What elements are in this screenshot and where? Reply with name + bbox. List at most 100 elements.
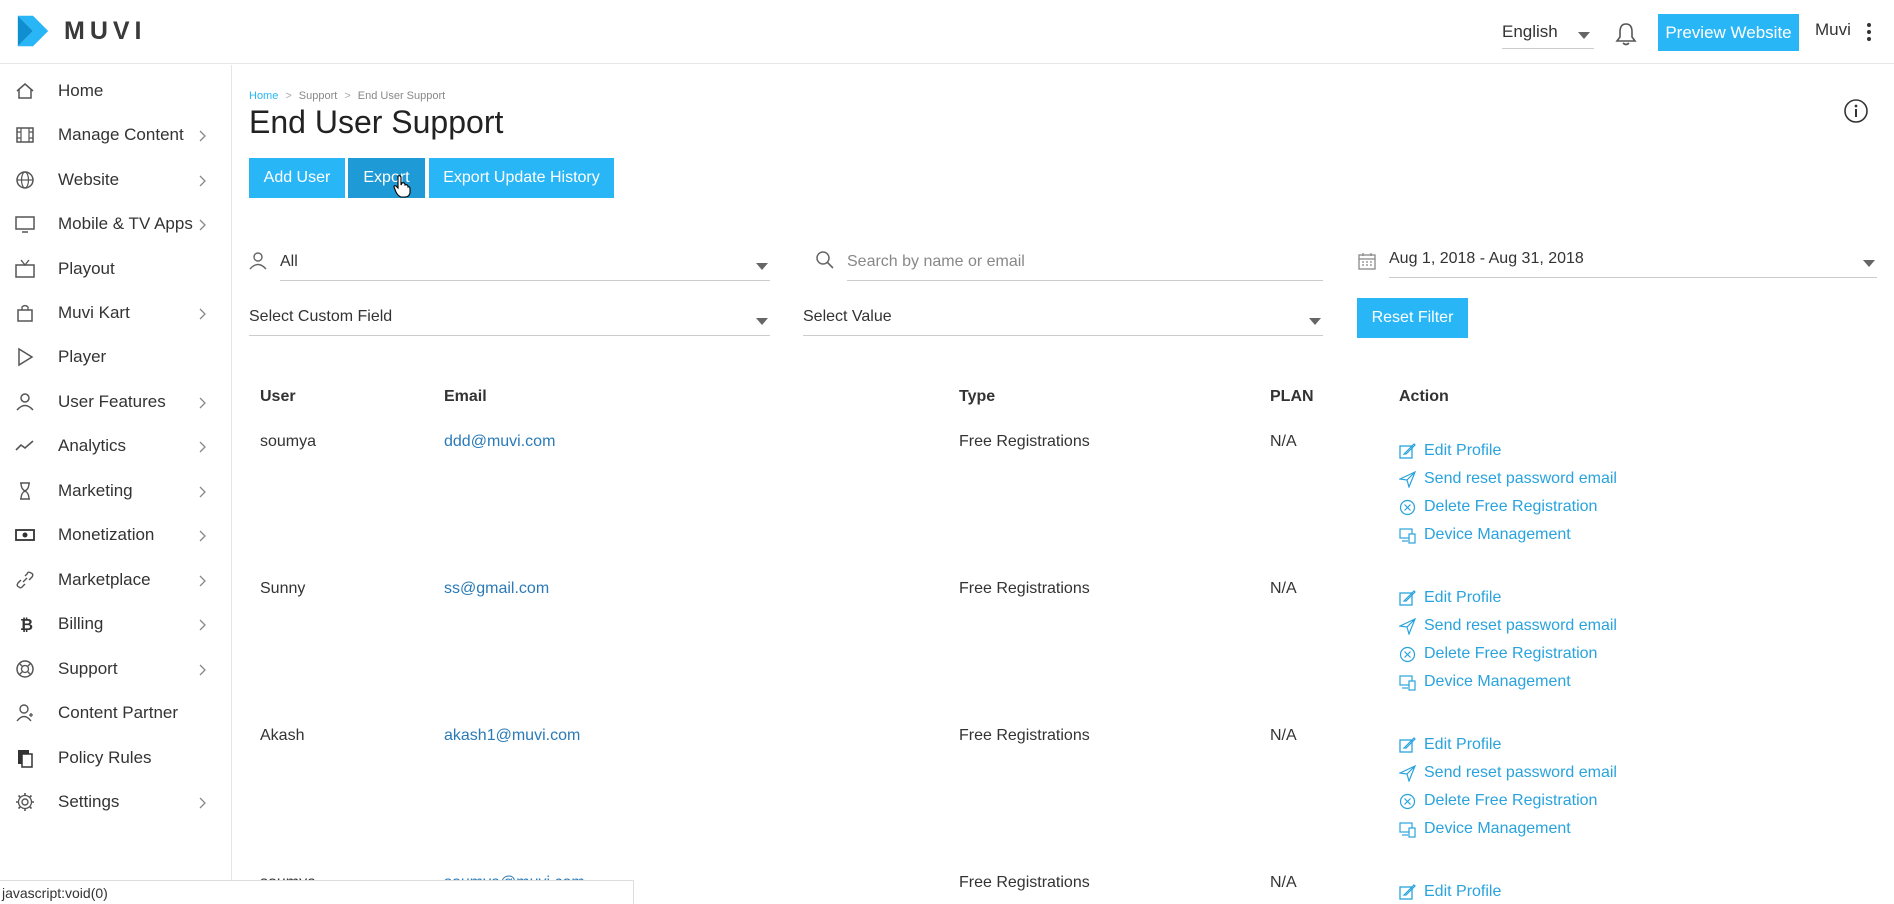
sidebar-item-muvi-kart[interactable]: Muvi Kart <box>0 291 231 335</box>
gear-icon <box>16 793 34 811</box>
user-icon <box>16 393 34 411</box>
cell-plan: N/A <box>1270 433 1297 450</box>
send-icon <box>1399 617 1416 635</box>
sidebar-item-policy-rules[interactable]: Policy Rules <box>0 736 231 780</box>
sidebar-item-content-partner[interactable]: Content Partner <box>0 691 231 735</box>
chevron-right-icon <box>199 797 206 809</box>
edit-profile-link[interactable]: Edit Profile <box>1399 883 1501 901</box>
add-user-button[interactable]: Add User <box>249 158 345 198</box>
muvi-logo[interactable]: MUVI <box>14 12 147 50</box>
home-icon <box>16 83 34 99</box>
device-management-link[interactable]: Device Management <box>1399 526 1571 544</box>
sidebar-item-playout[interactable]: Playout <box>0 247 231 291</box>
delete-circle-icon <box>1399 499 1416 515</box>
send-reset-password-link[interactable]: Send reset password email <box>1399 617 1617 635</box>
cell-email[interactable]: ss@gmail.com <box>444 580 549 598</box>
sidebar-item-home[interactable]: Home <box>0 69 231 113</box>
cell-email[interactable]: akash1@muvi.com <box>444 727 580 745</box>
lifebuoy-icon <box>16 660 34 678</box>
user-type-select[interactable]: All <box>280 247 770 281</box>
date-range-picker[interactable]: Aug 1, 2018 - Aug 31, 2018 <box>1389 244 1877 278</box>
reset-filter-button[interactable]: Reset Filter <box>1357 298 1468 338</box>
send-icon <box>1399 764 1416 782</box>
play-icon <box>18 347 34 367</box>
value-select[interactable]: Select Value <box>803 302 1323 336</box>
sidebar-item-label: Website <box>58 170 120 189</box>
sidebar-item-label: Manage Content <box>58 125 184 144</box>
chevron-right-icon <box>199 397 206 409</box>
sidebar: Home Manage Content Website Mobile & TV … <box>0 65 232 904</box>
bell-icon[interactable] <box>1615 22 1637 46</box>
cell-type: Free Registrations <box>959 874 1090 891</box>
sidebar-item-billing[interactable]: ₿ Billing <box>0 602 231 646</box>
sidebar-item-marketing[interactable]: Marketing <box>0 469 231 513</box>
sidebar-item-analytics[interactable]: Analytics <box>0 424 231 468</box>
column-header-email: Email <box>444 388 487 405</box>
edit-icon <box>1399 589 1416 606</box>
sidebar-item-player[interactable]: Player <box>0 335 231 379</box>
user-name[interactable]: Muvi <box>1815 20 1851 40</box>
info-icon[interactable] <box>1843 98 1869 124</box>
sidebar-item-marketplace[interactable]: Marketplace <box>0 558 231 602</box>
film-icon <box>16 127 34 143</box>
sidebar-item-mobile-tv-apps[interactable]: Mobile & TV Apps <box>0 202 231 246</box>
edit-profile-link[interactable]: Edit Profile <box>1399 736 1501 754</box>
delete-free-registration-link[interactable]: Delete Free Registration <box>1399 498 1597 516</box>
custom-field-value: Select Custom Field <box>249 308 393 325</box>
search-input[interactable]: Search by name or email <box>847 247 1323 281</box>
export-button[interactable]: Export <box>348 158 425 198</box>
sidebar-item-label: User Features <box>58 392 166 411</box>
edit-profile-link[interactable]: Edit Profile <box>1399 442 1501 460</box>
action-label: Edit Profile <box>1424 736 1502 753</box>
muvi-logo-icon <box>17 15 49 47</box>
sidebar-item-settings[interactable]: Settings <box>0 780 231 824</box>
preview-website-button[interactable]: Preview Website <box>1658 14 1799 51</box>
breadcrumb-support[interactable]: Support <box>299 90 338 102</box>
sidebar-item-label: Analytics <box>58 436 127 455</box>
sidebar-item-support[interactable]: Support <box>0 647 231 691</box>
send-reset-password-link[interactable]: Send reset password email <box>1399 470 1617 488</box>
user-type-value: All <box>280 253 298 270</box>
cell-email[interactable]: ddd@muvi.com <box>444 433 555 451</box>
breadcrumb-home[interactable]: Home <box>249 90 278 102</box>
action-label: Edit Profile <box>1424 442 1502 459</box>
sidebar-item-manage-content[interactable]: Manage Content <box>0 113 231 157</box>
language-select[interactable]: English <box>1502 18 1594 49</box>
chevron-down-icon <box>1309 318 1321 325</box>
device-management-link[interactable]: Device Management <box>1399 673 1571 691</box>
chevron-right-icon <box>199 530 206 542</box>
chevron-right-icon <box>199 619 206 631</box>
sidebar-item-user-features[interactable]: User Features <box>0 380 231 424</box>
status-bar: javascript:void(0) <box>0 880 634 904</box>
cell-type: Free Registrations <box>959 727 1090 744</box>
page-title: End User Support <box>249 104 504 140</box>
chevron-down-icon <box>756 318 768 325</box>
delete-circle-icon <box>1399 646 1416 662</box>
user-icon <box>249 252 267 270</box>
sidebar-item-label: Settings <box>58 792 120 811</box>
device-management-link[interactable]: Device Management <box>1399 820 1571 838</box>
devices-icon <box>1399 674 1416 691</box>
sidebar-item-website[interactable]: Website <box>0 158 231 202</box>
action-label: Send reset password email <box>1424 764 1617 781</box>
hourglass-icon <box>20 482 30 500</box>
sidebar-item-monetization[interactable]: Monetization <box>0 513 231 557</box>
delete-free-registration-link[interactable]: Delete Free Registration <box>1399 792 1597 810</box>
cash-icon <box>15 529 35 541</box>
breadcrumb-current: End User Support <box>357 90 446 102</box>
action-label: Delete Free Registration <box>1424 792 1598 809</box>
column-header-user: User <box>260 388 296 405</box>
cell-user: soumya <box>260 433 317 450</box>
cell-plan: N/A <box>1270 874 1297 891</box>
delete-free-registration-link[interactable]: Delete Free Registration <box>1399 645 1597 663</box>
custom-field-select[interactable]: Select Custom Field <box>249 302 770 336</box>
export-update-history-button[interactable]: Export Update History <box>429 158 614 198</box>
devices-icon <box>1399 527 1416 544</box>
date-range-value: Aug 1, 2018 - Aug 31, 2018 <box>1389 250 1584 267</box>
send-reset-password-link[interactable]: Send reset password email <box>1399 764 1617 782</box>
edit-profile-link[interactable]: Edit Profile <box>1399 589 1501 607</box>
kebab-menu-icon[interactable] <box>1866 22 1872 42</box>
globe-icon <box>16 171 34 189</box>
delete-circle-icon <box>1399 793 1416 809</box>
action-label: Device Management <box>1424 673 1571 690</box>
